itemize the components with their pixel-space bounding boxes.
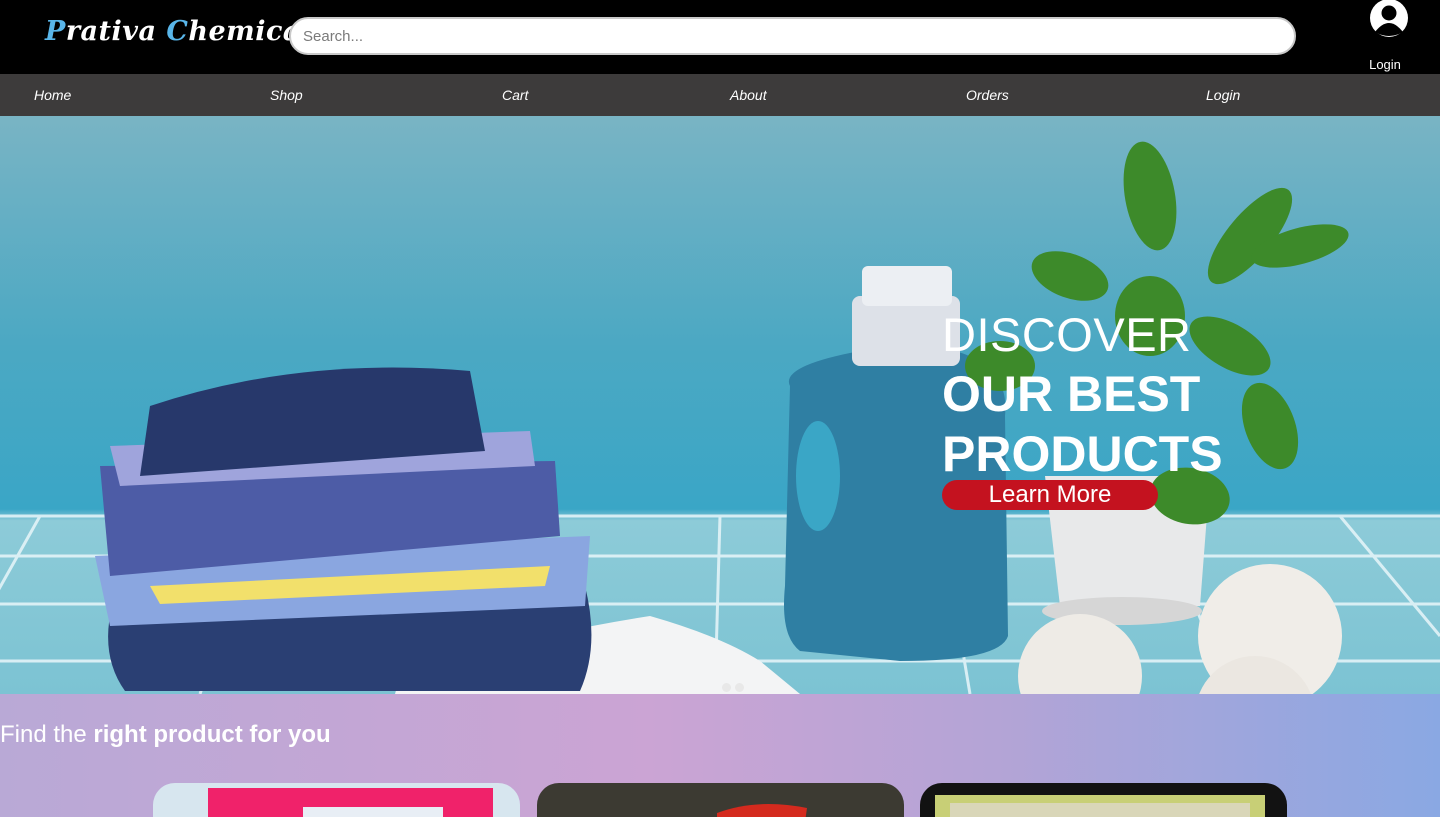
product-section: Find the right product for you [0,694,1440,817]
product-card-3[interactable] [920,783,1287,817]
product-card-1-image [208,788,493,817]
top-header: Prativa Chemicals Login [0,0,1440,74]
user-avatar-icon[interactable] [1369,0,1409,38]
main-nav: Home Shop Cart About Orders Login [0,74,1440,116]
hero-banner: DISCOVER OUR BEST PRODUCTS Learn More [0,116,1440,694]
carousel-indicators [722,679,748,694]
hero-line-3: PRODUCTS [942,426,1223,482]
nav-orders[interactable]: Orders [966,87,1009,103]
nav-about[interactable]: About [730,87,767,103]
section-title: Find the right product for you [0,721,331,749]
product-card-2-image [717,804,807,817]
carousel-dot-2[interactable] [735,683,744,692]
brand-logo[interactable]: Prativa Chemicals [45,16,327,47]
hero-headline: DISCOVER OUR BEST PRODUCTS [942,306,1223,484]
learn-more-button[interactable]: Learn More [942,480,1158,510]
hero-image [0,141,1440,694]
search-input[interactable] [289,17,1296,55]
brand-first-rest: rativa [65,16,157,47]
nav-shop[interactable]: Shop [270,87,303,103]
account-login-label[interactable]: Login [1356,57,1414,72]
product-card-1[interactable] [153,783,520,817]
product-card-3-image [935,795,1265,817]
section-title-plain: Find the [0,721,87,748]
nav-home[interactable]: Home [34,87,71,103]
nav-cart[interactable]: Cart [502,87,528,103]
hero-line-1: DISCOVER [942,308,1192,361]
product-card-2[interactable] [537,783,904,817]
carousel-dot-1[interactable] [722,683,731,692]
brand-second-initial: C [166,16,189,47]
hero-line-2: OUR BEST [942,366,1201,422]
brand-first-initial: P [45,16,66,47]
nav-login[interactable]: Login [1206,87,1240,103]
section-title-bold: right product for you [93,721,331,748]
